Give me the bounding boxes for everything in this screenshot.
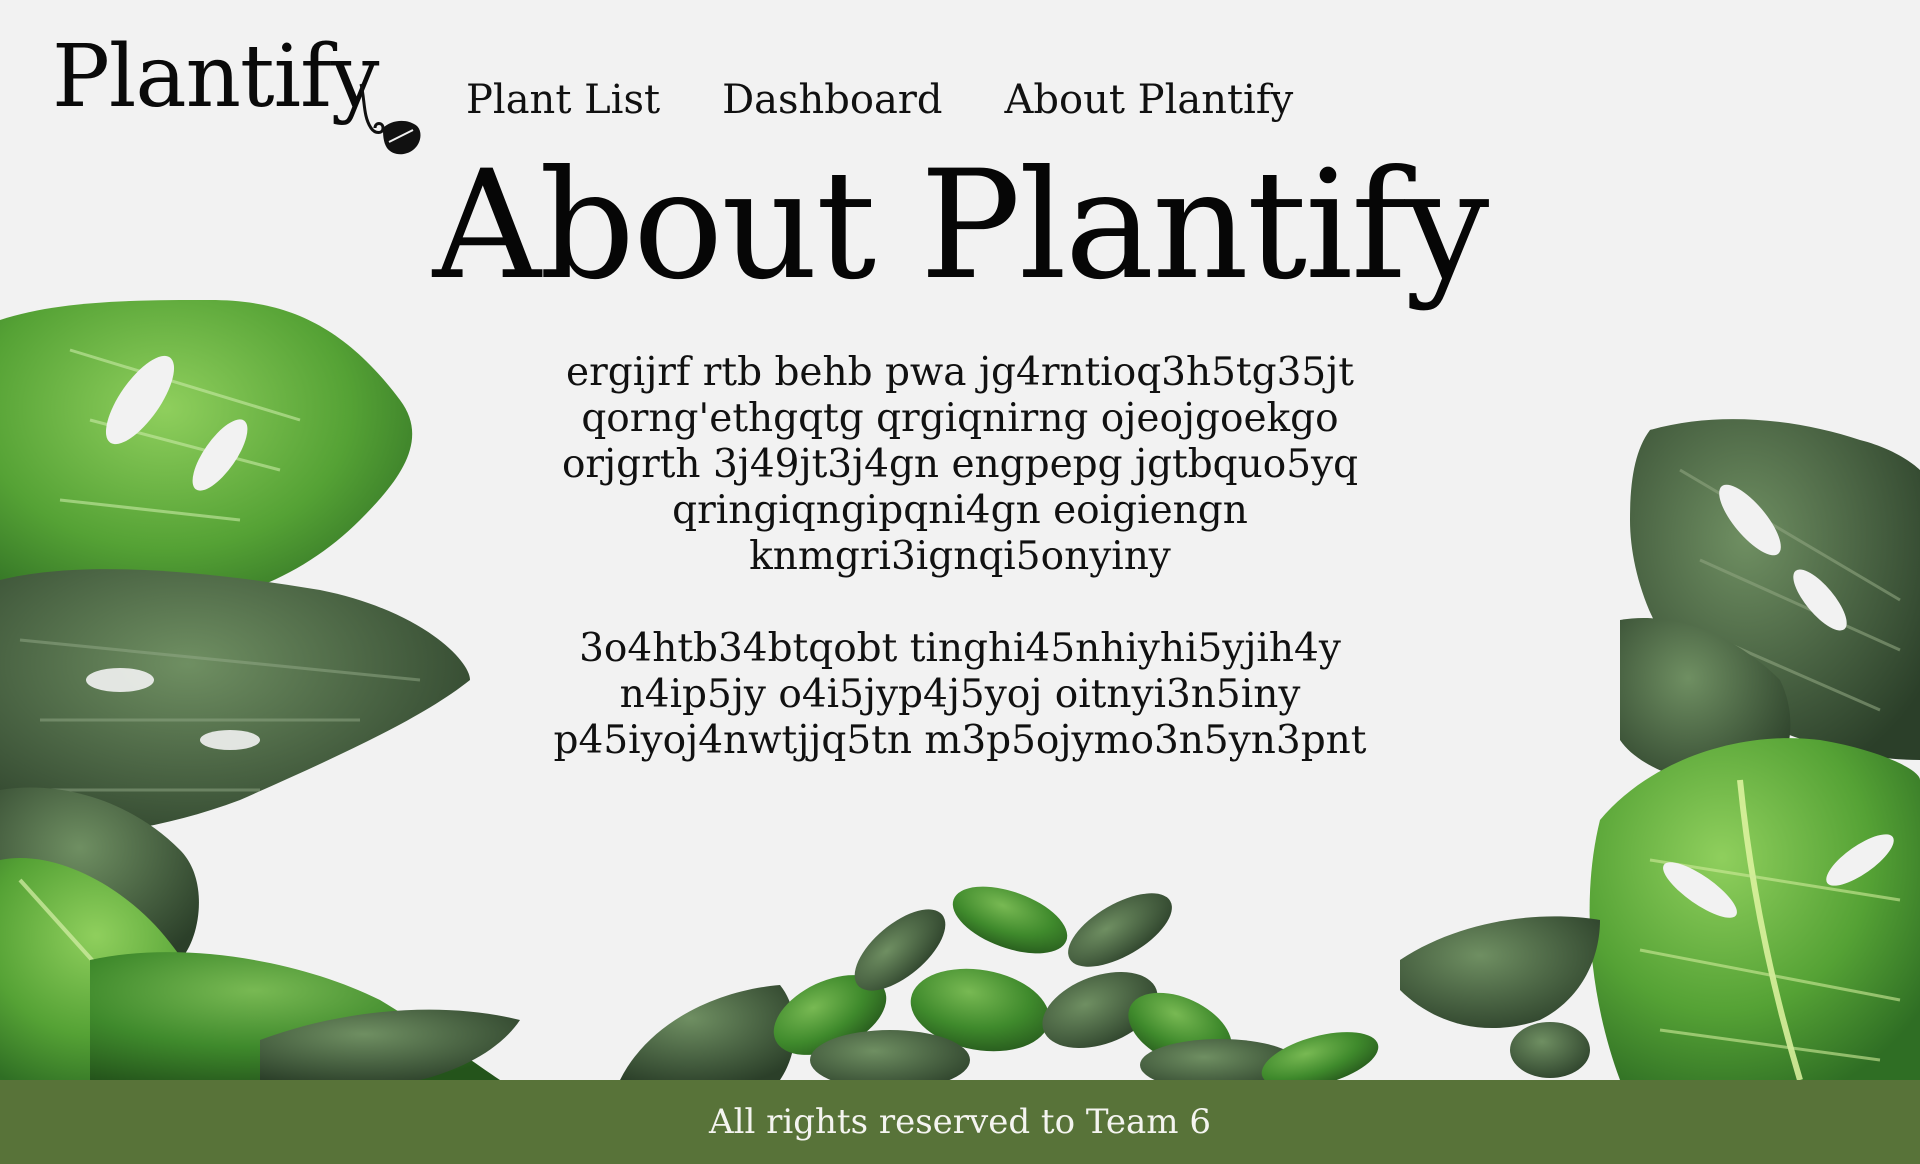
- nav-dashboard[interactable]: Dashboard: [722, 78, 942, 122]
- main-navigation: Plant List Dashboard About Plantify: [466, 78, 1293, 122]
- page-title: About Plantify: [432, 139, 1490, 313]
- logo-text: Plantify: [52, 27, 380, 127]
- about-paragraph-2: 3o4htb34btqobt tinghi45nhiyhi5yjih4y n4i…: [553, 626, 1367, 763]
- nav-plant-list[interactable]: Plant List: [466, 78, 660, 122]
- left-plant-cluster: [0, 300, 520, 1082]
- right-plant-cluster: [1400, 419, 1920, 1081]
- plantify-logo[interactable]: Plantify: [52, 34, 427, 160]
- about-description: ergijrf rtb behb pwa jg4rntioq3h5tg35jt …: [540, 350, 1380, 810]
- footer: All rights reserved to Team 6: [0, 1080, 1920, 1164]
- footer-copyright: All rights reserved to Team 6: [709, 1102, 1211, 1142]
- center-plant-cluster: [620, 886, 1379, 1091]
- about-paragraph-1: ergijrf rtb behb pwa jg4rntioq3h5tg35jt …: [561, 350, 1359, 579]
- nav-about-plantify[interactable]: About Plantify: [1005, 78, 1294, 122]
